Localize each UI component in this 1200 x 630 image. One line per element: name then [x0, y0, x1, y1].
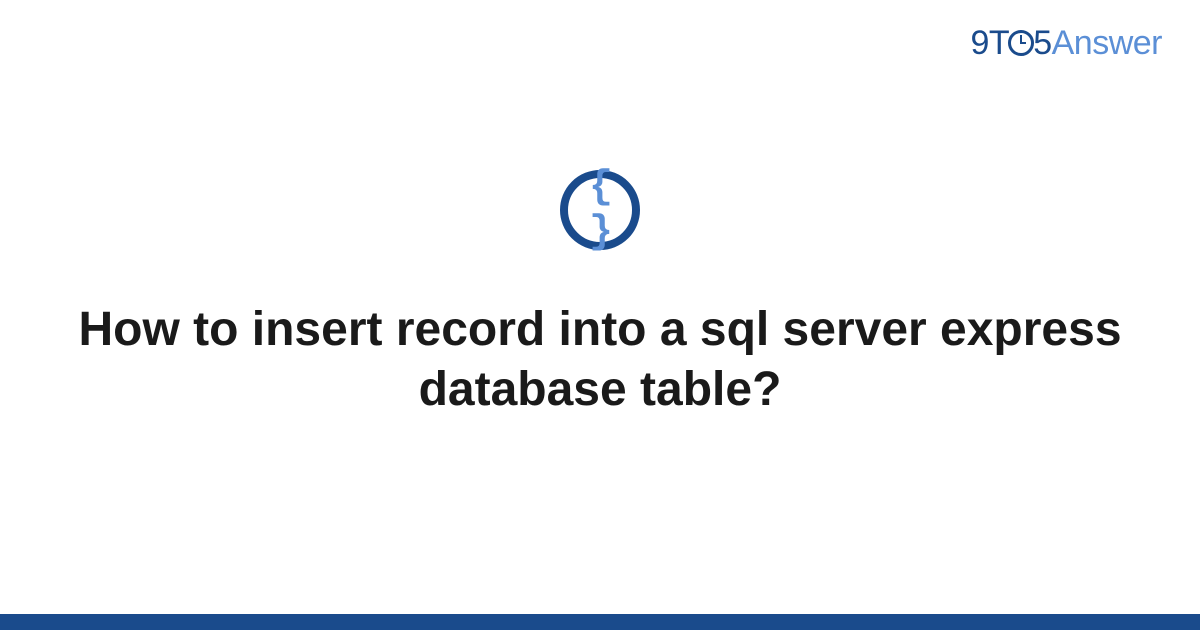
clock-icon	[1008, 30, 1034, 56]
brand-9t: 9T	[971, 24, 1010, 62]
icon-ring: { }	[560, 170, 640, 250]
footer-accent-bar	[0, 614, 1200, 630]
brand-logo: 9T 5Answer	[971, 24, 1162, 63]
braces-glyph: { }	[568, 165, 632, 255]
code-braces-icon: { }	[560, 170, 640, 250]
question-title: How to insert record into a sql server e…	[0, 300, 1200, 420]
brand-answer: Answer	[1052, 24, 1162, 62]
brand-5: 5	[1033, 24, 1051, 62]
main-content: { } How to insert record into a sql serv…	[0, 170, 1200, 420]
